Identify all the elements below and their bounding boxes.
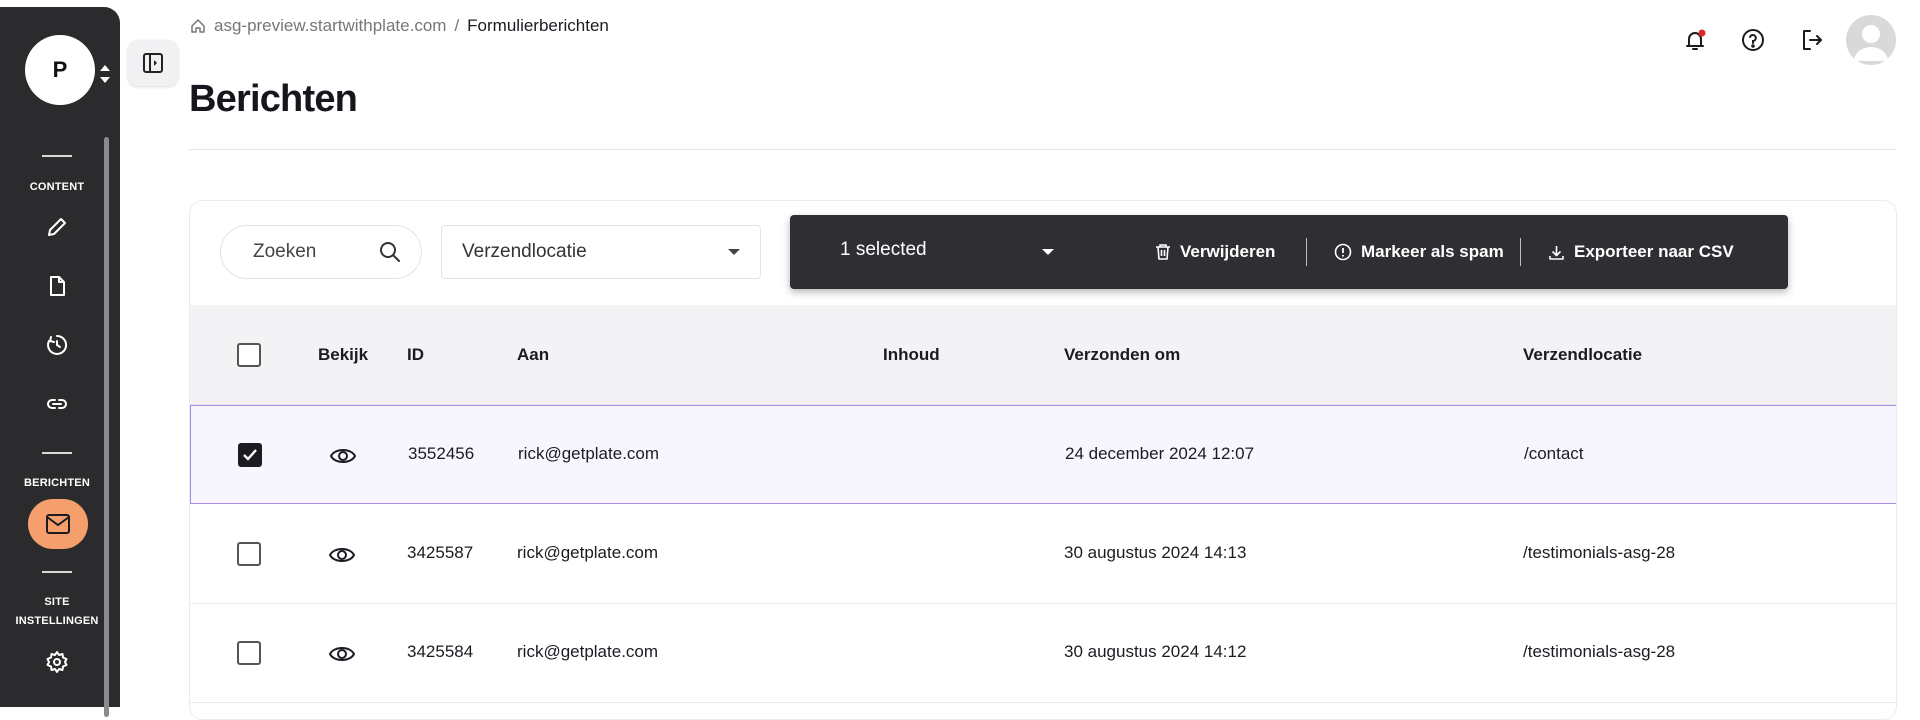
row-id: 3425584 [407, 642, 474, 661]
row-id: 3552456 [408, 444, 475, 463]
sidebar-section-content: CONTENT [29, 181, 85, 193]
bulk-actions-bar: 1 selected Verwijderen Markeer als spam … [790, 215, 1788, 289]
document-icon[interactable] [41, 270, 73, 302]
page-title: Berichten [189, 78, 358, 120]
row-sent-at: 30 augustus 2024 14:12 [1064, 642, 1247, 661]
row-to: rick@getplate.com [518, 444, 660, 463]
table-row[interactable]: 3425587 rick@getplate.com 30 augustus 20… [190, 505, 1896, 604]
gear-icon[interactable] [41, 646, 73, 678]
export-csv-button[interactable]: Exporteer naar CSV [1548, 239, 1734, 265]
chevron-down-icon[interactable] [1042, 249, 1054, 255]
sidebar-item-berichten[interactable] [28, 499, 88, 549]
column-header-content[interactable]: Inhoud [883, 345, 940, 365]
row-location: /testimonials-asg-28 [1523, 543, 1676, 562]
eye-icon[interactable] [328, 642, 356, 666]
row-checkbox[interactable] [237, 542, 261, 566]
pencil-icon[interactable] [41, 211, 73, 243]
bell-icon[interactable] [1679, 24, 1711, 56]
breadcrumb-current: Formulierberichten [467, 16, 609, 35]
column-header-view[interactable]: Bekijk [318, 345, 368, 365]
workspace-switcher-icon[interactable] [98, 59, 112, 89]
eye-icon[interactable] [329, 444, 357, 468]
link-icon[interactable] [41, 388, 73, 420]
sidebar-divider [42, 155, 72, 157]
column-header-to[interactable]: Aan [517, 345, 549, 365]
home-icon[interactable] [190, 18, 206, 34]
collapse-sidebar-button[interactable] [128, 40, 178, 86]
messages-card: Zoeken Verzendlocatie 1 selected Verwijd… [189, 200, 1897, 720]
sidebar-section-instellingen: INSTELLINGEN [15, 615, 99, 627]
breadcrumb: asg-preview.startwithplate.com / Formuli… [190, 14, 609, 38]
action-separator [1520, 238, 1521, 266]
selection-count[interactable]: 1 selected [840, 239, 927, 261]
row-to: rick@getplate.com [517, 543, 659, 562]
breadcrumb-separator: / [454, 16, 460, 35]
user-avatar[interactable] [1846, 15, 1896, 65]
row-location: /testimonials-asg-28 [1523, 642, 1676, 661]
location-select[interactable]: Verzendlocatie [441, 225, 761, 279]
sidebar: P CONTENT BERICHTEN SITE INSTELLINGEN [0, 7, 120, 717]
workspace-avatar[interactable]: P [25, 35, 95, 105]
export-csv-label: Exporteer naar CSV [1574, 242, 1734, 261]
row-sent-at: 24 december 2024 12:07 [1065, 444, 1255, 463]
action-separator [1306, 238, 1307, 266]
logout-icon[interactable] [1796, 24, 1828, 56]
table-header: Bekijk ID Aan Inhoud Verzonden om Verzen… [190, 305, 1896, 405]
alert-circle-icon [1334, 243, 1352, 261]
history-icon[interactable] [41, 329, 73, 361]
chevron-down-icon [728, 249, 740, 255]
delete-button[interactable]: Verwijderen [1155, 239, 1275, 265]
trash-icon [1156, 244, 1170, 260]
search-input[interactable]: Zoeken [220, 225, 422, 279]
row-checkbox[interactable] [237, 641, 261, 665]
table-row[interactable]: 3552456 rick@getplate.com 24 december 20… [190, 405, 1896, 504]
sidebar-section-berichten: BERICHTEN [24, 477, 90, 489]
eye-icon[interactable] [328, 543, 356, 567]
header-divider [189, 149, 1897, 150]
location-select-value: Verzendlocatie [462, 241, 587, 262]
row-checkbox[interactable] [238, 443, 262, 467]
column-header-location[interactable]: Verzendlocatie [1523, 345, 1642, 365]
sidebar-divider [42, 452, 72, 454]
sidebar-toggle-icon [143, 53, 163, 73]
mail-icon [46, 514, 70, 534]
help-icon[interactable] [1737, 24, 1769, 56]
breadcrumb-site[interactable]: asg-preview.startwithplate.com [214, 16, 446, 36]
search-placeholder: Zoeken [253, 241, 317, 262]
column-header-id[interactable]: ID [407, 345, 424, 365]
delete-label: Verwijderen [1180, 242, 1276, 261]
select-all-checkbox[interactable] [237, 343, 261, 367]
mark-spam-label: Markeer als spam [1361, 242, 1504, 261]
sidebar-scrollbar[interactable] [104, 137, 109, 717]
row-location: /contact [1524, 444, 1584, 463]
sidebar-section-site: SITE [44, 596, 70, 608]
row-sent-at: 30 augustus 2024 14:13 [1064, 543, 1247, 562]
check-icon [243, 449, 257, 461]
row-to: rick@getplate.com [517, 642, 659, 661]
download-icon [1549, 245, 1564, 260]
row-id: 3425587 [407, 543, 474, 562]
user-icon [1854, 25, 1888, 61]
mark-spam-button[interactable]: Markeer als spam [1334, 239, 1504, 265]
table-row[interactable]: 3425584 rick@getplate.com 30 augustus 20… [190, 604, 1896, 703]
column-header-sent-at[interactable]: Verzonden om [1064, 345, 1180, 365]
search-icon[interactable] [377, 239, 403, 265]
sidebar-divider [42, 571, 72, 573]
